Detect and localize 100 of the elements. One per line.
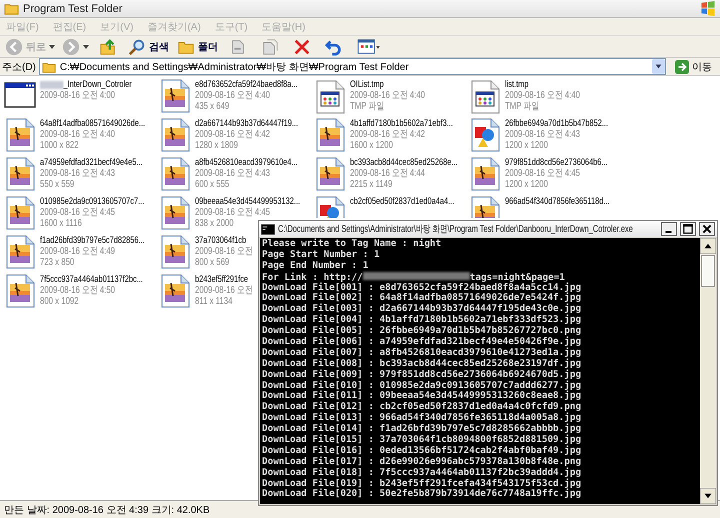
address-label: 주소(D) xyxy=(2,60,36,74)
file-info: 800 x 1092 xyxy=(40,296,79,307)
file-date: 2009-08-16 오전 4:49 xyxy=(40,246,116,257)
file-info: 550 x 559 xyxy=(40,179,74,190)
file-date: 2009-08-16 오전 4:43 xyxy=(40,168,116,179)
picture-file-icon[interactable] xyxy=(159,79,191,115)
caret-icon[interactable] xyxy=(49,44,55,48)
file-name[interactable]: a74959efdfad321becf49e4e5... xyxy=(40,157,143,168)
file-info: 723 x 850 xyxy=(40,257,74,268)
console-line: DownLoad File[020] : 50e2fe5b879b73914de76c7748a19ffc.jpg xyxy=(262,489,582,500)
file-name[interactable]: OIList.tmp xyxy=(350,79,384,90)
delete-icon[interactable] xyxy=(293,38,311,56)
console-line: Please write to Tag Name : night xyxy=(262,239,442,250)
scroll-thumb[interactable] xyxy=(701,255,715,287)
file-date: 2009-08-16 오전 4:00 xyxy=(40,90,116,101)
picture-file-icon[interactable] xyxy=(314,157,346,193)
file-name[interactable]: 7f5ccc937a4464ab01137f2bc... xyxy=(40,274,143,285)
file-date: 2009-08-16 오전 4:43 xyxy=(505,129,580,140)
file-name[interactable]: 26fbbe6949a70d1b5b47b852... xyxy=(505,118,608,129)
file-name[interactable]: cb2cf05ed50f2837d1ed0a4a4... xyxy=(350,196,454,207)
file-name[interactable]: f1ad26bfd39b797e5c7d82856... xyxy=(40,235,145,246)
file-date: 2009-08-16 오전 xyxy=(195,246,253,257)
file-info: 838 x 2000 xyxy=(195,218,234,229)
console-line: DownLoad File[010] : 010985e2da9c0913605707c7addd6277.jpg xyxy=(262,380,582,391)
scrollbar[interactable] xyxy=(700,238,716,504)
picture-file-icon[interactable] xyxy=(159,235,191,271)
console-line: DownLoad File[003] : d2a667144b93b37d64447f195de43c0e.jpg xyxy=(262,304,582,314)
console-line: DownLoad File[011] : 09beeaa54e3d45449995313260c8eae8.jpg xyxy=(262,391,582,402)
program-window-icon[interactable] xyxy=(4,81,36,109)
file-info: 1600 x 1200 xyxy=(350,140,393,151)
console-line: Page End Number : 1 xyxy=(262,260,370,272)
file-name[interactable]: a8fb4526810eacd3979610e4... xyxy=(195,157,298,168)
file-info: 800 x 569 xyxy=(195,257,230,268)
file-date: 2009-08-16 오전 4:42 xyxy=(350,129,426,140)
file-info: 1000 x 822 xyxy=(40,140,79,151)
picture-file-icon[interactable] xyxy=(159,196,191,232)
file-name[interactable]: d2a667144b93b37d64447f19... xyxy=(195,118,298,129)
file-date: 2009-08-16 오전 4:50 xyxy=(40,285,116,296)
file-date: 2009-08-16 오전 4:43 xyxy=(195,168,270,179)
picture-file-icon[interactable] xyxy=(4,157,36,193)
file-info: 1280 x 1809 xyxy=(195,140,238,151)
file-name[interactable]: 979f851dd8cd56e2736064b6... xyxy=(505,157,608,168)
file-date: 2009-08-16 오전 4:40 xyxy=(350,90,426,101)
console-line: DownLoad File[008] : bc393acb8d44cec85ed25268e23197df.jpg xyxy=(262,358,582,370)
picture-file-icon[interactable] xyxy=(4,235,36,271)
file-name[interactable]: list.tmp xyxy=(505,79,528,90)
address-field[interactable]: C:₩Documents and Settings₩Administrator₩바탕 화면₩Program Test Folder xyxy=(38,58,666,75)
close-icon xyxy=(700,223,714,235)
minimize-button[interactable] xyxy=(661,222,677,236)
file-name[interactable]: 4b1affd7180b1b5602a71ebf3... xyxy=(350,118,453,129)
close-button[interactable] xyxy=(699,222,715,236)
shapes-file-icon[interactable] xyxy=(469,118,501,154)
folders-button[interactable]: 폴더 xyxy=(176,36,219,56)
caret-icon[interactable] xyxy=(83,44,89,48)
picture-file-icon[interactable] xyxy=(159,157,191,193)
shapes-file-icon[interactable] xyxy=(314,196,346,218)
console-line: DownLoad File[016] : 0eded13566bf51724cab2f4abf0baf49.jpg xyxy=(262,446,582,456)
picture-file-icon[interactable] xyxy=(469,196,501,218)
picture-file-icon[interactable] xyxy=(314,118,346,154)
go-button[interactable]: 이동 xyxy=(669,60,718,74)
maximize-icon xyxy=(681,223,695,235)
console-line: Page Start Number : 1 xyxy=(262,250,381,261)
file-name[interactable]: 966ad54f340d7856fe365118d... xyxy=(505,196,610,207)
file-name[interactable]: 010985e2da9c0913605707c7... xyxy=(40,196,144,207)
maximize-button[interactable] xyxy=(680,222,696,236)
search-button[interactable]: 검색 xyxy=(127,36,170,56)
search-icon xyxy=(128,38,146,56)
console-line: DownLoad File[009] : 979f851dd8cd56e2736064b6924670d5.jpg xyxy=(262,370,582,380)
file-date: 2009-08-16 오전 4:45 xyxy=(40,207,116,218)
window-title: Program Test Folder xyxy=(23,2,122,14)
file-date: 2009-08-16 오전 4:40 xyxy=(40,129,116,140)
file-name[interactable]: _InterDown_Cotroler xyxy=(40,79,132,90)
console-line: For Link : http:// tags=night&page=1 xyxy=(262,272,565,283)
console-line: DownLoad File[005] : 26fbbe6949a70d1b5b47b85267727bc0.png xyxy=(262,326,582,336)
picture-file-icon[interactable] xyxy=(4,196,36,232)
file-name[interactable]: 37a703064f1cb xyxy=(195,235,246,246)
scroll-up-icon[interactable] xyxy=(700,238,716,254)
file-date: 2009-08-16 오전 4:45 xyxy=(505,168,580,179)
picture-file-icon[interactable] xyxy=(159,274,191,310)
file-name[interactable]: b243ef5ff291fce xyxy=(195,274,248,285)
picture-file-icon[interactable] xyxy=(469,157,501,193)
document-file-icon[interactable] xyxy=(469,79,501,115)
file-name[interactable]: e8d763652cfa59f24baed8f8a... xyxy=(195,79,298,90)
file-name[interactable]: bc393acb8d44cec85ed25268e... xyxy=(350,157,458,168)
views-icon[interactable] xyxy=(357,38,381,56)
document-file-icon[interactable] xyxy=(314,79,346,115)
console-line: DownLoad File[019] : b243ef5ff291fcefa434f543175f53cd.jpg xyxy=(262,478,582,489)
file-date: 2009-08-16 오전 4:44 xyxy=(350,168,426,179)
minimize-icon xyxy=(665,231,672,233)
picture-file-icon[interactable] xyxy=(4,118,36,154)
picture-file-icon[interactable] xyxy=(4,274,36,310)
scroll-down-icon[interactable] xyxy=(700,488,716,504)
folder-up-icon[interactable] xyxy=(99,38,117,56)
file-name[interactable]: 64a8f14adfba08571649026de... xyxy=(40,118,146,129)
file-date: 2009-08-16 오전 4:40 xyxy=(195,90,270,101)
console-line: DownLoad File[015] : 37a703064f1cb8094800f6852d881509.jpg xyxy=(262,435,582,446)
file-name[interactable]: 09beeaa54e3d454499953132... xyxy=(195,196,300,207)
file-info: 435 x 649 xyxy=(195,101,230,112)
picture-file-icon[interactable] xyxy=(159,118,191,154)
file-info: 1200 x 1200 xyxy=(505,140,548,151)
